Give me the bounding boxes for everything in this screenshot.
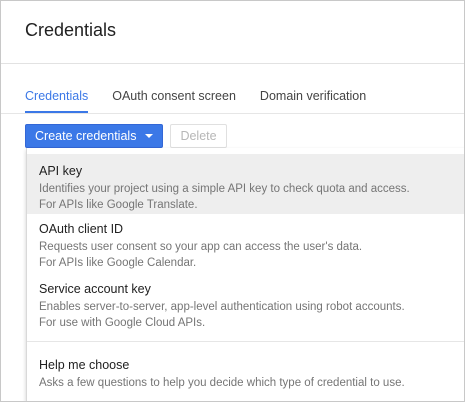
menu-item-desc: For APIs like Google Calendar.	[39, 257, 197, 269]
menu-item-desc: Asks a few questions to help you decide …	[39, 377, 405, 389]
menu-item-desc: For APIs like Google Translate.	[39, 199, 198, 211]
menu-item-desc: Enables server-to-server, app-level auth…	[39, 301, 405, 313]
page-title: Credentials	[25, 20, 117, 40]
menu-item-title: Help me choose	[39, 358, 130, 372]
menu-item-oauth-client-id[interactable]: OAuth client ID Requests user consent so…	[27, 216, 464, 276]
delete-button[interactable]: Delete	[170, 124, 227, 148]
menu-item-service-account-key[interactable]: Service account key Enables server-to-se…	[27, 276, 464, 338]
menu-item-title: Service account key	[39, 282, 151, 296]
menu-divider	[27, 341, 464, 342]
credentials-page: Credentials Credentials OAuth consent sc…	[0, 0, 465, 402]
create-credentials-menu: API key Identifies your project using a …	[26, 148, 464, 401]
toolbar: Create credentials Delete	[25, 124, 227, 148]
menu-item-title: OAuth client ID	[39, 222, 124, 236]
tab-divider	[1, 113, 464, 114]
menu-item-desc: Requests user consent so your app can ac…	[39, 241, 363, 253]
menu-item-title: API key	[39, 164, 83, 178]
menu-item-desc: Identifies your project using a simple A…	[39, 183, 410, 195]
tab-bar: Credentials OAuth consent screen Domain …	[25, 89, 390, 113]
page-header: Credentials	[1, 1, 464, 64]
tab-credentials[interactable]: Credentials	[25, 89, 89, 113]
tab-domain-verification[interactable]: Domain verification	[260, 89, 366, 113]
create-credentials-label: Create credentials	[35, 129, 137, 143]
caret-down-icon	[145, 134, 154, 138]
tab-oauth-consent-screen[interactable]: OAuth consent screen	[112, 89, 236, 113]
menu-item-desc: For use with Google Cloud APIs.	[39, 317, 206, 329]
menu-item-help-me-choose[interactable]: Help me choose Asks a few questions to h…	[27, 351, 464, 399]
menu-item-api-key[interactable]: API key Identifies your project using a …	[27, 154, 464, 214]
create-credentials-button[interactable]: Create credentials	[25, 124, 164, 148]
